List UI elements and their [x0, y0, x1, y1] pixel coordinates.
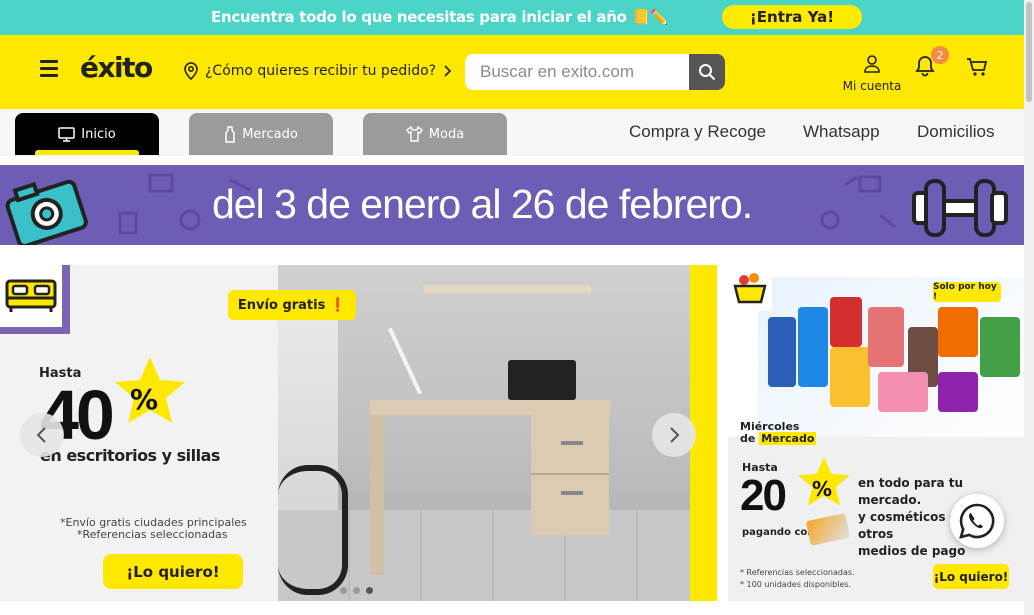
miercoles-de-mercado-title: Miércoles de Mercado: [740, 420, 817, 445]
notification-count-badge: 2: [931, 46, 949, 64]
references-note: *Referencias seleccionadas: [77, 528, 228, 541]
tab-label: Mercado: [242, 126, 298, 142]
promo-dates-text: del 3 de enero al 26 de febrero.: [212, 181, 753, 227]
link-domicilios[interactable]: Domicilios: [917, 122, 994, 142]
page-scrollbar[interactable]: [1024, 0, 1034, 615]
tab-inicio[interactable]: Inicio: [15, 113, 159, 155]
delivery-selector[interactable]: ¿Cómo quieres recibir tu pedido?: [183, 62, 454, 80]
cart-button[interactable]: [966, 57, 988, 81]
tab-label: Moda: [428, 126, 465, 142]
cart-icon: [967, 58, 988, 76]
whatsapp-chat-button[interactable]: [950, 494, 1004, 548]
discount-subtitle: en escritorios y sillas: [40, 446, 220, 465]
announcement-bar: Encuentra todo lo que necesitas para ini…: [0, 0, 1024, 35]
announcement-text: Encuentra todo lo que necesitas para ini…: [211, 8, 669, 26]
lo-quiero-button[interactable]: ¡Lo quiero!: [933, 564, 1009, 589]
chevron-right-icon: [444, 65, 452, 77]
delivery-prompt: ¿Cómo quieres recibir tu pedido?: [205, 63, 437, 79]
tab-label: Inicio: [81, 126, 116, 142]
carousel-dots: [340, 587, 373, 594]
carousel-dot[interactable]: [353, 587, 360, 594]
chevron-right-icon: [670, 427, 680, 443]
camera-icon: [5, 179, 88, 245]
whatsapp-icon: [959, 503, 995, 539]
search-button[interactable]: [689, 54, 725, 90]
account-button[interactable]: Mi cuenta: [842, 55, 902, 93]
active-tab-indicator: [35, 150, 139, 155]
bed-category-badge: [0, 265, 70, 334]
basket-icon: [733, 273, 767, 304]
carousel-prev-button[interactable]: [20, 413, 64, 457]
location-pin-icon: [184, 62, 198, 80]
solo-por-hoy-badge: Solo por hoy !: [933, 282, 1001, 302]
lo-quiero-button[interactable]: ¡Lo quiero!: [103, 554, 243, 589]
shirt-icon: [405, 126, 423, 142]
percent-sign: %: [130, 383, 159, 416]
carousel-dot-active[interactable]: [366, 587, 373, 594]
bottle-icon: [225, 125, 235, 143]
percent-sign: %: [812, 477, 833, 501]
free-shipping-badge: Envío gratis ❗: [228, 290, 356, 320]
chevron-left-icon: [36, 427, 46, 443]
carousel-dot[interactable]: [340, 587, 347, 594]
exito-logo[interactable]: éxito: [80, 51, 153, 84]
discount-percent: 20: [740, 471, 787, 520]
account-label: Mi cuenta: [842, 79, 902, 93]
site-header: éxito ¿Cómo quieres recibir tu pedido? M…: [0, 35, 1024, 109]
link-whatsapp[interactable]: Whatsapp: [803, 122, 880, 142]
hamburger-menu-icon[interactable]: [40, 60, 58, 78]
side-banner-notes: * Referencias seleccionadas. * 100 unida…: [740, 568, 855, 589]
main-carousel-banner[interactable]: Hasta 40 % en escritorios y sillas *Enví…: [0, 265, 717, 601]
dumbbell-icon: [912, 179, 1008, 237]
enter-now-button[interactable]: ¡Entra Ya!: [722, 5, 862, 29]
category-nav: Inicio Mercado Moda Compra y Recoge What…: [0, 109, 1024, 156]
paying-with-label: pagando con: [742, 527, 815, 538]
monitor-icon: [58, 126, 76, 142]
tab-mercado[interactable]: Mercado: [189, 113, 333, 155]
scrollbar-thumb[interactable]: [1026, 2, 1032, 102]
basket-icon-box: [732, 271, 772, 311]
bed-icon: [5, 279, 57, 312]
side-promo-banner[interactable]: Solo por hoy ! Miércoles de Mercado Hast…: [728, 265, 1024, 601]
search-icon: [699, 64, 716, 81]
tab-moda[interactable]: Moda: [363, 113, 507, 155]
link-compra-y-recoge[interactable]: Compra y Recoge: [629, 122, 766, 142]
search-bar: [465, 54, 725, 90]
carousel-next-button[interactable]: [652, 413, 696, 457]
promo-strip-banner[interactable]: del 3 de enero al 26 de febrero.: [0, 165, 1024, 245]
user-icon: [864, 55, 880, 73]
search-input[interactable]: [465, 54, 689, 90]
